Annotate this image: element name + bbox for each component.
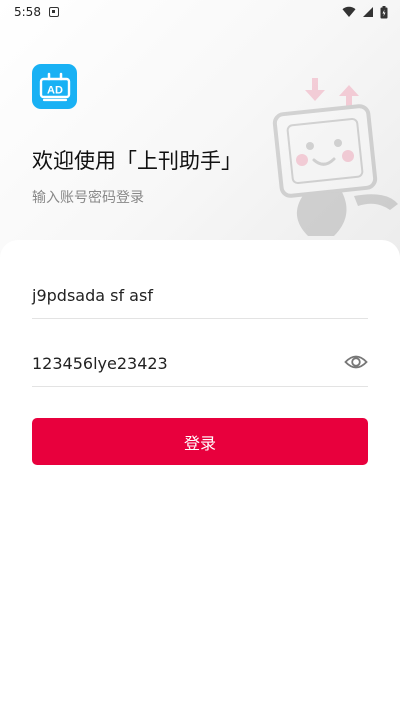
battery-charging-icon: [380, 5, 388, 18]
password-value: 123456lye23423: [32, 354, 168, 373]
login-button[interactable]: 登录: [32, 418, 368, 465]
mascot-illustration: [272, 78, 398, 236]
password-field[interactable]: 123456lye23423: [32, 344, 368, 387]
page-subtitle: 输入账号密码登录: [32, 190, 144, 206]
wifi-icon: [342, 6, 356, 18]
status-time: 5:58: [14, 5, 41, 19]
app-logo: AD: [32, 64, 77, 109]
username-field[interactable]: j9pdsada sf asf: [32, 276, 368, 319]
page-title: 欢迎使用「上刊助手」: [32, 149, 242, 173]
cell-signal-icon: [363, 7, 373, 17]
logo-text: AD: [47, 84, 63, 96]
ad-board-icon: AD: [39, 72, 70, 101]
status-bar: 5:58: [0, 0, 400, 24]
notification-a-icon: [48, 7, 59, 17]
username-value: j9pdsada sf asf: [32, 286, 153, 305]
eye-icon[interactable]: [344, 352, 368, 372]
arrow-down-icon: [305, 78, 325, 101]
